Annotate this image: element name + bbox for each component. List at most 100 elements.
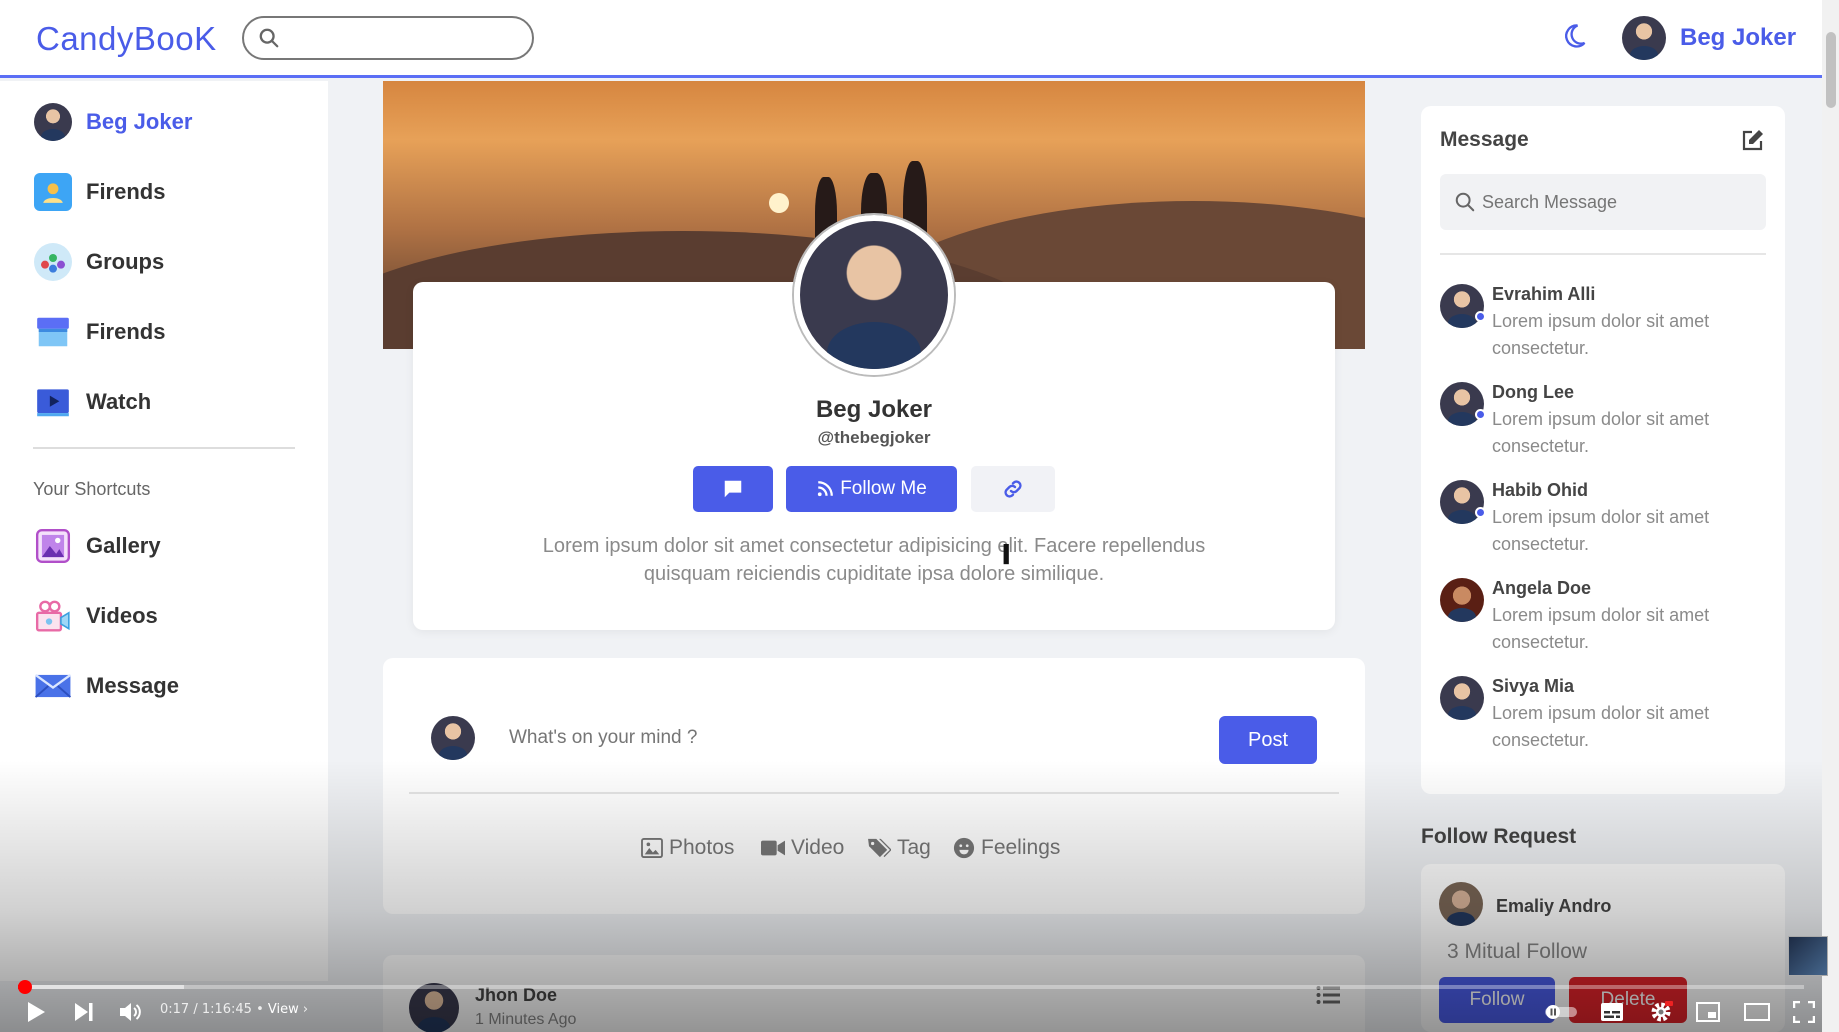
message-preview: Lorem ipsum dolor sit amet consectetur.	[1492, 703, 1710, 750]
online-indicator	[1475, 507, 1486, 518]
follow-me-button[interactable]: Follow Me	[786, 466, 957, 512]
page-scrollbar[interactable]	[1822, 0, 1839, 1032]
dark-mode-moon-icon[interactable]	[1560, 22, 1588, 50]
profile-handle: @thebegjoker	[817, 428, 931, 447]
sidebar-item-label: Message	[86, 673, 179, 698]
post-composer: Post Photos Video Tag Feelings	[383, 658, 1365, 914]
avatar	[431, 716, 475, 760]
volume-button[interactable]	[116, 998, 146, 1026]
theater-mode-icon	[1744, 1003, 1770, 1021]
marketplace-icon	[34, 313, 72, 351]
play-icon	[28, 1002, 45, 1022]
autoplay-toggle[interactable]	[1544, 998, 1578, 1026]
profile-avatar[interactable]	[794, 215, 954, 375]
settings-button[interactable]	[1646, 998, 1676, 1026]
rss-icon	[818, 481, 834, 497]
mutual-follow-count: 3 Mitual Follow	[1447, 940, 1588, 963]
time-separator: •	[256, 1002, 268, 1017]
chapter-link[interactable]: View	[268, 1002, 299, 1017]
top-search-input[interactable]	[242, 16, 534, 60]
follow-request-name[interactable]: Emaliy Andro	[1496, 896, 1611, 917]
share-link-button[interactable]	[971, 466, 1055, 512]
subtitles-icon	[1601, 1003, 1623, 1021]
shortcuts-heading: Your Shortcuts	[33, 479, 151, 499]
theater-mode-button[interactable]	[1742, 998, 1772, 1026]
message-panel-divider	[1440, 253, 1766, 255]
sidebar-item-gallery[interactable]: Gallery	[34, 527, 161, 565]
play-button[interactable]	[22, 998, 50, 1026]
post-text-input[interactable]	[509, 720, 1189, 756]
miniplayer-button[interactable]	[1694, 998, 1722, 1026]
fullscreen-button[interactable]	[1790, 998, 1818, 1026]
avatar[interactable]	[1439, 882, 1483, 926]
avatar	[1440, 676, 1484, 720]
friends-icon	[34, 173, 72, 211]
buffered-bar	[18, 985, 185, 989]
message-search[interactable]	[1440, 174, 1766, 230]
post-time: 1 Minutes Ago	[475, 1011, 577, 1028]
sidebar-divider	[33, 447, 295, 449]
scrubber-handle[interactable]	[17, 980, 32, 994]
sidebar-item-label: Beg Joker	[86, 109, 193, 134]
search-icon	[259, 28, 279, 48]
channel-watermark[interactable]	[1788, 936, 1828, 976]
action-label: Photos	[669, 836, 735, 859]
left-sidebar: Beg Joker Firends Groups Firends Watch Y…	[0, 81, 328, 981]
link-icon	[1004, 480, 1022, 498]
action-label: Feelings	[981, 836, 1061, 859]
brand-logo[interactable]: CandyBooK	[36, 20, 217, 58]
sidebar-item-label: Gallery	[86, 533, 161, 558]
top-user-name: Beg Joker	[1680, 24, 1797, 51]
message-icon	[34, 667, 72, 705]
next-button[interactable]	[70, 998, 98, 1026]
video-camera-icon	[761, 840, 785, 856]
message-panel: Message Evrahim Alli Lorem ipsum dolor s…	[1421, 106, 1785, 794]
online-indicator	[1475, 409, 1486, 420]
sidebar-item-profile[interactable]: Beg Joker	[34, 103, 192, 141]
avatar	[1622, 16, 1666, 60]
subtitles-button[interactable]	[1598, 998, 1626, 1026]
avatar[interactable]	[409, 983, 459, 1032]
smile-icon	[953, 837, 975, 859]
composer-divider	[409, 792, 1339, 794]
groups-icon	[34, 243, 72, 281]
post-button[interactable]: Post	[1219, 716, 1317, 764]
sidebar-item-message[interactable]: Message	[34, 667, 179, 705]
video-action[interactable]: Video	[761, 836, 844, 860]
sidebar-item-label: Watch	[86, 389, 152, 414]
video-progress-bar[interactable]	[17, 980, 1804, 994]
sidebar-item-marketplace[interactable]: Firends	[34, 313, 165, 351]
time-readout: 0:17 / 1:16:45	[160, 1002, 252, 1017]
follow-button[interactable]: Follow	[1439, 977, 1555, 1023]
gear-icon	[1651, 1001, 1673, 1022]
scrollbar-thumb[interactable]	[1826, 32, 1836, 108]
sidebar-item-groups[interactable]: Groups	[34, 243, 164, 281]
message-preview: Lorem ipsum dolor sit amet consectetur.	[1492, 507, 1710, 554]
top-user-profile[interactable]: Beg Joker	[1622, 16, 1796, 60]
tag-action[interactable]: Tag	[867, 836, 931, 860]
message-sender: Evrahim Alli	[1492, 284, 1596, 304]
message-panel-title: Message	[1440, 128, 1529, 151]
message-search-input[interactable]	[1482, 188, 1752, 216]
videos-icon	[34, 597, 72, 635]
watch-icon	[34, 383, 72, 421]
message-button[interactable]	[693, 466, 773, 512]
action-label: Video	[791, 836, 845, 859]
sidebar-item-videos[interactable]: Videos	[34, 597, 158, 635]
photos-action[interactable]: Photos	[641, 836, 734, 860]
skip-next-icon	[75, 1003, 93, 1021]
text-cursor-icon: I	[1001, 538, 1012, 571]
follow-me-label: Follow Me	[840, 478, 927, 499]
edit-icon[interactable]	[1741, 128, 1765, 152]
profile-name: Beg Joker	[815, 396, 933, 423]
message-sender: Sivya Mia	[1492, 676, 1575, 696]
sidebar-item-label: Firends	[86, 319, 166, 344]
message-sender: Angela Doe	[1492, 578, 1592, 598]
sidebar-item-watch[interactable]: Watch	[34, 383, 151, 421]
feelings-action[interactable]: Feelings	[953, 836, 1060, 860]
message-sender: Dong Lee	[1492, 382, 1575, 402]
video-time: 0:17 / 1:16:45 • View ›	[160, 1002, 308, 1017]
message-preview: Lorem ipsum dolor sit amet consectetur.	[1492, 409, 1710, 456]
sidebar-item-label: Groups	[86, 249, 165, 274]
sidebar-item-friends[interactable]: Firends	[34, 173, 165, 211]
